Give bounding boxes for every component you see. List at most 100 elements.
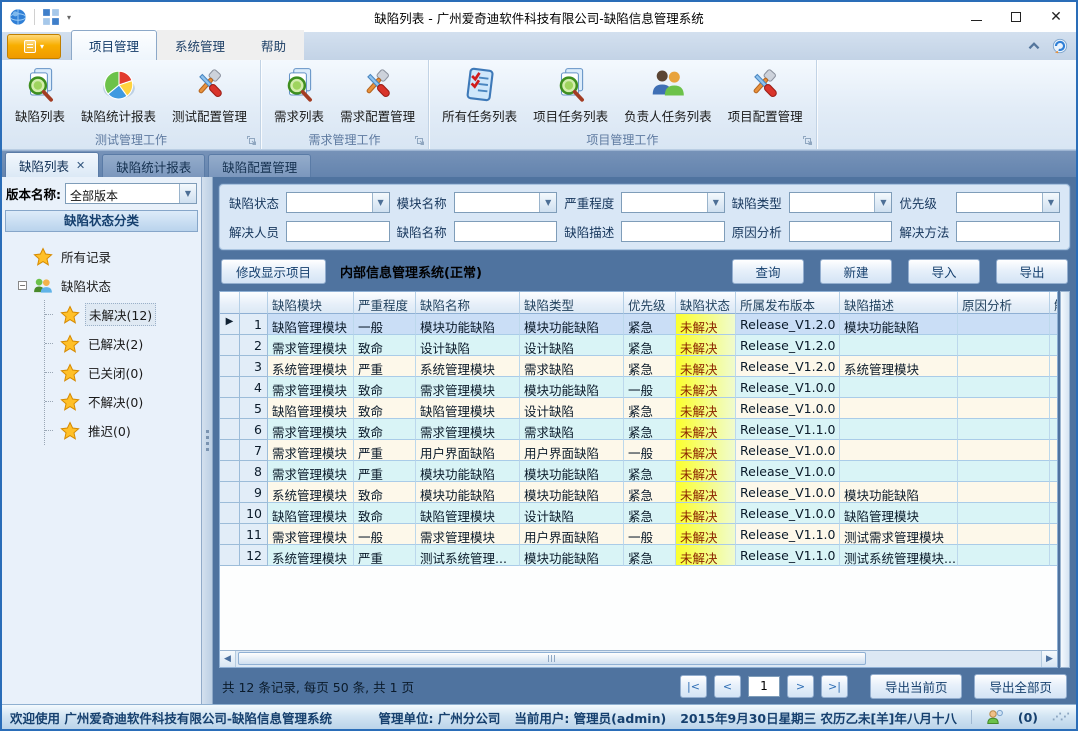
tree-item[interactable]: 推迟(0) bbox=[45, 416, 201, 445]
first-page-button[interactable]: |< bbox=[680, 675, 707, 698]
document-tab-缺陷列表[interactable]: 缺陷列表 ✕ bbox=[5, 152, 99, 177]
chevron-down-icon[interactable]: ▼ bbox=[372, 193, 389, 212]
column-header-缺陷状态[interactable]: 缺陷状态 bbox=[676, 292, 736, 314]
chevron-down-icon[interactable]: ▼ bbox=[874, 193, 891, 212]
tree-item[interactable]: 未解决(12) bbox=[45, 300, 201, 329]
column-header-所属发布版本[interactable]: 所属发布版本 bbox=[736, 292, 840, 314]
page-number-input[interactable] bbox=[748, 676, 780, 697]
close-button[interactable]: ✕ bbox=[1036, 3, 1076, 32]
last-page-button[interactable]: >| bbox=[821, 675, 848, 698]
table-row[interactable]: 11需求管理模块一般需求管理模块用户界面缺陷一般未解决Release_V1.1.… bbox=[220, 524, 1057, 545]
chevron-down-icon[interactable]: ▼ bbox=[179, 184, 196, 203]
app-icon bbox=[9, 8, 27, 26]
column-header-blank[interactable] bbox=[220, 292, 240, 314]
tree-item[interactable]: 不解决(0) bbox=[45, 387, 201, 416]
chevron-down-icon[interactable]: ▼ bbox=[1042, 193, 1059, 212]
action-button-查询[interactable]: 查询 bbox=[732, 259, 804, 284]
filter-input-缺陷描述[interactable] bbox=[621, 221, 725, 242]
table-row[interactable]: 5缺陷管理模块致命缺陷管理模块设计缺陷紧急未解决Release_V1.0.0 bbox=[220, 398, 1057, 419]
vertical-scrollbar[interactable] bbox=[1060, 291, 1070, 668]
table-row[interactable]: ▶1缺陷管理模块一般模块功能缺陷模块功能缺陷紧急未解决Release_V1.2.… bbox=[220, 314, 1057, 335]
action-button-导出[interactable]: 导出 bbox=[996, 259, 1068, 284]
table-row[interactable]: 8需求管理模块严重模块功能缺陷模块功能缺陷紧急未解决Release_V1.0.0 bbox=[220, 461, 1057, 482]
dialog-launcher-icon[interactable] bbox=[414, 135, 425, 146]
column-header-解决方法[interactable]: 解决方法 bbox=[1050, 292, 1057, 314]
dialog-launcher-icon[interactable] bbox=[802, 135, 813, 146]
version-combo[interactable]: 全部版本 ▼ bbox=[65, 183, 197, 204]
ribbon-button-测试配置管理[interactable]: 测试配置管理 bbox=[165, 63, 254, 130]
column-header-blank[interactable] bbox=[240, 292, 268, 314]
filter-combo-缺陷类型[interactable]: ▼ bbox=[789, 192, 893, 213]
table-row[interactable]: 2需求管理模块致命设计缺陷设计缺陷紧急未解决Release_V1.2.0 bbox=[220, 335, 1057, 356]
application-menu-button[interactable]: ▾ bbox=[7, 34, 61, 59]
column-header-优先级[interactable]: 优先级 bbox=[624, 292, 676, 314]
column-header-严重程度[interactable]: 严重程度 bbox=[354, 292, 416, 314]
cell-所属发布版本: Release_V1.2.0 bbox=[736, 314, 840, 335]
table-row[interactable]: 12系统管理模块严重测试系统管理...模块功能缺陷紧急未解决Release_V1… bbox=[220, 545, 1057, 566]
close-tab-icon[interactable]: ✕ bbox=[76, 159, 85, 172]
chevron-down-icon[interactable]: ▼ bbox=[539, 193, 556, 212]
column-header-缺陷名称[interactable]: 缺陷名称 bbox=[416, 292, 520, 314]
filter-input-缺陷名称[interactable] bbox=[454, 221, 558, 242]
column-header-缺陷描述[interactable]: 缺陷描述 bbox=[840, 292, 958, 314]
ribbon-button-项目任务列表[interactable]: 项目任务列表 bbox=[526, 63, 615, 130]
ribbon-button-缺陷列表[interactable]: 缺陷列表 bbox=[8, 63, 72, 130]
tree-item[interactable]: − 所有记录 bbox=[18, 242, 201, 271]
document-tab-缺陷统计报表[interactable]: 缺陷统计报表 bbox=[102, 154, 205, 177]
table-row[interactable]: 6需求管理模块致命需求管理模块需求缺陷紧急未解决Release_V1.1.0 bbox=[220, 419, 1057, 440]
horizontal-scrollbar[interactable]: ◀ ▶ bbox=[220, 650, 1057, 667]
export-all-pages-button[interactable]: 导出全部页 bbox=[974, 674, 1067, 699]
resize-grip-icon[interactable]: ⋰⋰ bbox=[1052, 712, 1068, 723]
scroll-left-icon[interactable]: ◀ bbox=[220, 651, 236, 667]
window-switch-icon[interactable] bbox=[42, 8, 60, 26]
help-icon[interactable] bbox=[1052, 38, 1068, 54]
maximize-button[interactable] bbox=[996, 3, 1036, 32]
qat-dropdown-icon[interactable]: ▾ bbox=[67, 13, 71, 22]
cell-缺陷名称: 模块功能缺陷 bbox=[416, 482, 520, 503]
online-user-icon[interactable] bbox=[986, 708, 1004, 726]
splitter[interactable] bbox=[202, 177, 213, 704]
tree-item[interactable]: 已解决(2) bbox=[45, 329, 201, 358]
collapse-ribbon-icon[interactable] bbox=[1026, 38, 1042, 54]
export-current-page-button[interactable]: 导出当前页 bbox=[870, 674, 963, 699]
dialog-launcher-icon[interactable] bbox=[246, 135, 257, 146]
chevron-down-icon[interactable]: ▼ bbox=[707, 193, 724, 212]
filter-input-解决方法[interactable] bbox=[956, 221, 1060, 242]
table-row[interactable]: 3系统管理模块严重系统管理模块需求缺陷紧急未解决Release_V1.2.0系统… bbox=[220, 356, 1057, 377]
table-row[interactable]: 4需求管理模块致命需求管理模块模块功能缺陷一般未解决Release_V1.0.0 bbox=[220, 377, 1057, 398]
scroll-right-icon[interactable]: ▶ bbox=[1041, 651, 1057, 667]
filter-combo-缺陷状态[interactable]: ▼ bbox=[286, 192, 390, 213]
previous-page-button[interactable]: < bbox=[714, 675, 741, 698]
next-page-button[interactable]: > bbox=[787, 675, 814, 698]
scrollbar-thumb[interactable] bbox=[238, 652, 866, 665]
ribbon-tab-系统管理[interactable]: 系统管理 bbox=[157, 30, 243, 60]
filter-combo-模块名称[interactable]: ▼ bbox=[454, 192, 558, 213]
tree-expander-icon[interactable]: − bbox=[18, 281, 27, 290]
filter-input-解决人员[interactable] bbox=[286, 221, 390, 242]
tree-item[interactable]: − 缺陷状态 bbox=[18, 271, 201, 300]
filter-combo-严重程度[interactable]: ▼ bbox=[621, 192, 725, 213]
table-row[interactable]: 9系统管理模块致命模块功能缺陷模块功能缺陷紧急未解决Release_V1.0.0… bbox=[220, 482, 1057, 503]
filter-combo-优先级[interactable]: ▼ bbox=[956, 192, 1060, 213]
column-header-缺陷类型[interactable]: 缺陷类型 bbox=[520, 292, 624, 314]
table-row[interactable]: 10缺陷管理模块致命缺陷管理模块设计缺陷紧急未解决Release_V1.0.0缺… bbox=[220, 503, 1057, 524]
minimize-button[interactable] bbox=[956, 3, 996, 32]
ribbon-button-项目配置管理[interactable]: 项目配置管理 bbox=[721, 63, 810, 130]
ribbon-tab-帮助[interactable]: 帮助 bbox=[243, 30, 304, 60]
ribbon-button-缺陷统计报表[interactable]: 缺陷统计报表 bbox=[74, 63, 163, 130]
modify-display-button[interactable]: 修改显示项目 bbox=[221, 259, 326, 284]
column-header-缺陷模块[interactable]: 缺陷模块 bbox=[268, 292, 354, 314]
ribbon-button-负责人任务列表[interactable]: 负责人任务列表 bbox=[617, 63, 719, 130]
document-tab-缺陷配置管理[interactable]: 缺陷配置管理 bbox=[208, 154, 311, 177]
action-button-新建[interactable]: 新建 bbox=[820, 259, 892, 284]
ribbon-tab-项目管理[interactable]: 项目管理 bbox=[71, 30, 157, 60]
table-row[interactable]: 7需求管理模块严重用户界面缺陷用户界面缺陷一般未解决Release_V1.0.0 bbox=[220, 440, 1057, 461]
tree-item[interactable]: 已关闭(0) bbox=[45, 358, 201, 387]
action-button-导入[interactable]: 导入 bbox=[908, 259, 980, 284]
tree-star-icon bbox=[60, 392, 80, 412]
column-header-原因分析[interactable]: 原因分析 bbox=[958, 292, 1050, 314]
ribbon-button-需求列表[interactable]: 需求列表 bbox=[267, 63, 331, 130]
ribbon-button-需求配置管理[interactable]: 需求配置管理 bbox=[333, 63, 422, 130]
filter-input-原因分析[interactable] bbox=[789, 221, 893, 242]
ribbon-button-所有任务列表[interactable]: 所有任务列表 bbox=[435, 63, 524, 130]
